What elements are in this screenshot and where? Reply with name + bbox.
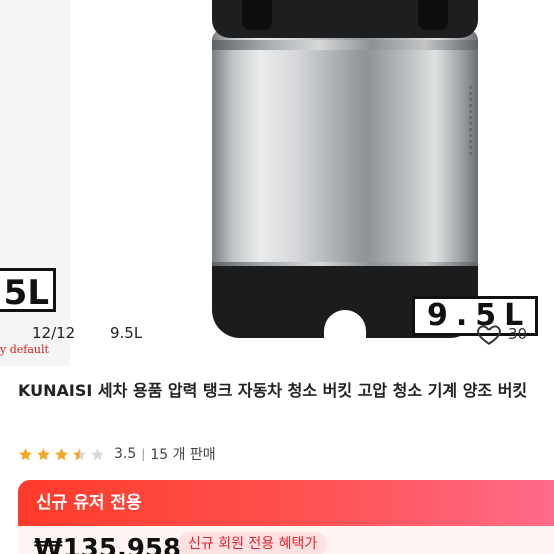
previous-slide-caption: y default — [0, 343, 49, 356]
promo-badge: 신규 회원 전용 혜택가 — [178, 532, 328, 554]
star-icon — [55, 447, 68, 460]
empty-star-icon — [91, 447, 104, 460]
rating-value: 3.5 — [114, 446, 137, 462]
product-title: KUNAISI 세차 용품 압력 탱크 자동차 청소 버킷 고압 청소 기계 양… — [18, 381, 528, 400]
product-rating[interactable]: 3.5 | 15 개 판매 — [18, 444, 216, 464]
variant-caption: 9.5L — [110, 324, 143, 342]
star-icon — [37, 447, 50, 460]
promo-header: 신규 유저 전용 — [18, 480, 554, 526]
previous-slide-volume-label: 5L — [0, 268, 56, 313]
previous-slide[interactable]: 5L y default — [0, 0, 70, 366]
wishlist-count: 30 — [508, 325, 528, 343]
keg-product-image — [212, 0, 478, 344]
wishlist-button[interactable]: 30 — [476, 318, 546, 350]
rating-divider: | — [141, 447, 146, 461]
sold-count: 15 개 판매 — [150, 447, 216, 463]
promo-price: ₩135,958 — [34, 534, 182, 554]
heart-icon — [477, 325, 501, 345]
star-icon — [19, 447, 32, 460]
half-star-icon — [73, 447, 86, 460]
image-counter: 12/12 — [32, 324, 76, 342]
product-image-carousel[interactable]: 5L y default 9.5L 12/12 9.5L 30 — [0, 0, 554, 366]
new-user-promo-card[interactable]: 신규 유저 전용 ₩135,958 신규 회원 전용 혜택가 — [18, 480, 554, 554]
